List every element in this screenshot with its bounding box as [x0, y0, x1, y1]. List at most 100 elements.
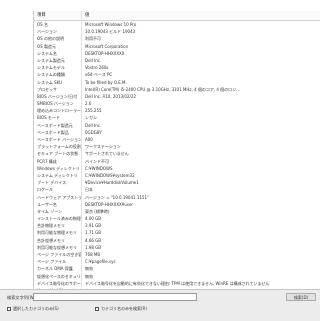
table-row[interactable]: ベースボード製品 0GDG8Y — [34, 129, 320, 136]
table-row[interactable]: ユーザー名 DESKTOP-HHXXXX¥user — [34, 201, 320, 208]
table-row[interactable]: セキュア ブートの状態 サポートされていません — [34, 150, 320, 157]
table-body: OS 名 Microsoft Windows 10 Pro バージョン 10.0.19… — [34, 21, 320, 289]
row-item: デバイス暗号化のサポート — [37, 280, 81, 286]
header-item[interactable]: 項目 — [34, 11, 81, 20]
checkbox-label: カテゴリ名のみを検索(R) — [101, 306, 147, 311]
row-item: OS 名 — [37, 22, 48, 27]
table-header: 項目 値 — [34, 11, 320, 21]
search-input[interactable] — [33, 293, 197, 301]
row-value: デバイス暗号化を自動的に有効化できない理由: TPM は使用できません, Win… — [85, 280, 270, 286]
row-value: サポートされていません — [85, 151, 129, 157]
table-row[interactable]: システム製造元 Dell Inc. — [34, 57, 320, 64]
row-item: システム ディレクトリ — [37, 172, 78, 178]
row-value: C:¥pagefile.sys — [85, 259, 116, 265]
category-tree-pane[interactable] — [0, 0, 32, 289]
table-row[interactable]: システム名 DESKTOP-HHXXXXX — [34, 50, 320, 57]
row-value: C:¥WINDOWS — [85, 165, 113, 171]
table-row[interactable]: ページ ファイル C:¥pagefile.sys — [34, 258, 320, 265]
row-item: プロセッサ — [37, 86, 57, 92]
row-value: 日本 — [85, 187, 93, 193]
row-value: レガシ — [85, 115, 97, 121]
row-item: 仮想化ベースのセキュリティ — [37, 273, 81, 279]
table-row[interactable]: ベースボード バージョン A00 — [34, 136, 320, 143]
table-row[interactable]: ハードウェア アブストラクション レイヤーバージョン = "10.0.19041… — [34, 194, 320, 201]
row-value: DESKTOP-HHXXXXX — [85, 50, 125, 56]
table-row[interactable]: 利用可能な物理メモリ 1.71 GB — [34, 229, 320, 236]
row-value: 2.6 — [85, 101, 92, 107]
row-item: セキュア ブートの状態 — [37, 151, 79, 157]
row-value: C:¥WINDOWS¥system32 — [85, 172, 135, 178]
row-item: BIOS モード — [37, 115, 60, 121]
column-divider[interactable] — [81, 11, 82, 289]
row-item: システム名 — [37, 50, 57, 56]
row-item: システムモデル — [37, 65, 65, 71]
row-value: Microsoft Windows 10 Pro — [85, 22, 137, 27]
row-value: Dell Inc. A10, 2013/02/22 — [85, 93, 136, 99]
row-item: インストール済みの物理メモリ (RAM) — [37, 216, 81, 222]
table-row[interactable]: 埋め込みコントローラーのバー... 255.255 — [34, 107, 320, 114]
table-row[interactable]: 仮想化ベースのセキュリティ無効 — [34, 273, 320, 280]
row-item: プラットフォームの役割 — [37, 144, 81, 150]
table-row[interactable]: タイム ゾーン 東京 (標準時) — [34, 208, 320, 215]
search-category-names-checkbox[interactable]: カテゴリ名のみを検索(R) — [95, 306, 147, 312]
row-item: ベースボード製品 — [37, 129, 69, 135]
table-row[interactable]: プラットフォームの役割 ワークステーション — [34, 143, 320, 150]
row-value: Vostro 260s — [85, 65, 109, 71]
row-item: カーネル DMA 保護 — [37, 266, 73, 272]
table-row[interactable]: カーネル DMA 保護 無効 — [34, 265, 320, 272]
row-value: 無効 — [85, 266, 93, 272]
row-item: PCR7 構成 — [37, 158, 57, 164]
row-value: A00 — [85, 137, 93, 142]
table-row[interactable]: 合計物理メモリ 3.91 GB — [34, 222, 320, 229]
table-row[interactable]: バージョン 10.0.19043 ビルド 19043 — [34, 28, 320, 35]
table-row[interactable]: システムの種類 x64-ベース PC — [34, 71, 320, 78]
search-selected-category-checkbox[interactable]: 選択したカテゴリのみ(S) — [7, 306, 59, 312]
row-value: 4.00 GB — [85, 216, 102, 222]
table-row[interactable]: OS の他の説明 利用不可 — [34, 35, 320, 42]
row-value: 4.66 GB — [85, 237, 102, 243]
row-item: ロケール — [37, 187, 53, 193]
table-row[interactable]: OS 名 Microsoft Windows 10 Pro — [34, 21, 320, 28]
row-value: 東京 (標準時) — [85, 208, 110, 214]
row-item: システムの種類 — [37, 72, 65, 78]
table-row[interactable]: BIOS バージョン/日付 Dell Inc. A10, 2013/02/22 — [34, 93, 320, 100]
table-row[interactable]: プロセッサ Intel(R) Core(TM) i5-2400 CPU @ 3.1… — [34, 86, 320, 93]
row-item: タイム ゾーン — [37, 208, 62, 214]
table-row[interactable]: システムモデル Vostro 260s — [34, 64, 320, 71]
checkbox-box[interactable] — [95, 307, 99, 311]
table-row[interactable]: ロケール 日本 — [34, 186, 320, 193]
row-value: 255.255 — [85, 108, 102, 114]
checkbox-label: 選択したカテゴリのみ(S) — [13, 306, 59, 311]
table-row[interactable]: Windows ディレクトリ C:¥WINDOWS — [34, 165, 320, 172]
row-value: バージョン = "10.0.19041.1151" — [85, 194, 149, 200]
header-value[interactable]: 値 — [81, 11, 320, 20]
table-row[interactable]: PCR7 構成 バインド不可 — [34, 158, 320, 165]
row-item: 合計仮想メモリ — [37, 237, 65, 243]
row-value: 無効 — [85, 273, 93, 279]
row-value: 利用不可 — [85, 36, 101, 42]
row-item: 利用可能な物理メモリ — [37, 230, 77, 236]
table-row[interactable]: システム SKU To be filled by O.E.M. — [34, 79, 320, 86]
table-row[interactable]: OS 製造元 Microsoft Corporation — [34, 43, 320, 50]
table-row[interactable]: 利用可能な仮想メモリ 1.98 GB — [34, 244, 320, 251]
table-row[interactable]: ブート デバイス ¥Device¥HarddiskVolume1 — [34, 179, 320, 186]
table-row[interactable]: ベースボード製造元 Dell Inc. — [34, 122, 320, 129]
row-item: システム製造元 — [37, 57, 65, 63]
row-value: ¥Device¥HarddiskVolume1 — [85, 180, 139, 186]
table-row[interactable]: SMBIOS バージョン 2.6 — [34, 100, 320, 107]
row-value: x64-ベース PC — [85, 72, 113, 78]
row-item: 利用可能な仮想メモリ — [37, 244, 77, 250]
row-item: SMBIOS バージョン — [37, 101, 74, 107]
row-item: BIOS バージョン/日付 — [37, 93, 78, 99]
table-row[interactable]: インストール済みの物理メモリ (RAM) 4.00 GB — [34, 215, 320, 222]
checkbox-box[interactable] — [7, 307, 11, 311]
table-row[interactable]: デバイス暗号化のサポート デバイス暗号化を自動的に有効化できない理由: TPM は… — [34, 280, 320, 287]
row-value: ワークステーション — [85, 144, 121, 150]
table-row[interactable]: 合計仮想メモリ 4.66 GB — [34, 237, 320, 244]
table-row[interactable]: ページ ファイルの空き容量 768 MB — [34, 251, 320, 258]
row-value: 3.91 GB — [85, 223, 102, 229]
find-button[interactable]: 検索(D) — [286, 293, 316, 301]
row-value: 0GDG8Y — [85, 129, 102, 135]
table-row[interactable]: BIOS モード レガシ — [34, 114, 320, 121]
table-row[interactable]: システム ディレクトリ C:¥WINDOWS¥system32 — [34, 172, 320, 179]
